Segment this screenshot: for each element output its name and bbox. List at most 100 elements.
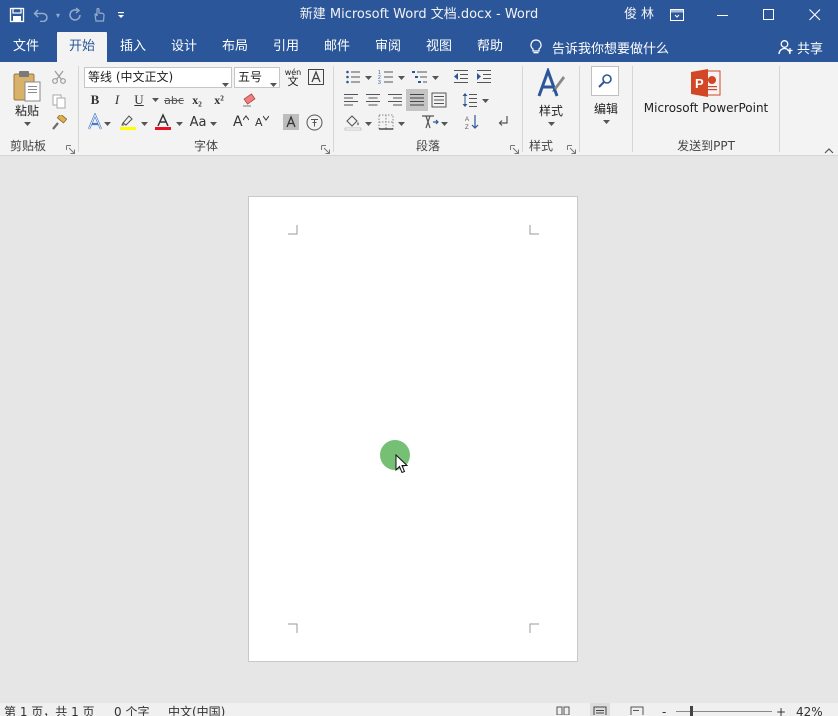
superscript-button[interactable]: x² (208, 89, 230, 111)
collapse-ribbon-button[interactable] (824, 143, 834, 154)
web-layout-button[interactable] (627, 703, 647, 716)
borders-dropdown[interactable] (397, 120, 405, 128)
styles-dropdown[interactable] (547, 120, 555, 128)
chinese-layout-dropdown[interactable] (440, 120, 448, 128)
print-layout-button[interactable] (590, 703, 610, 716)
styles-gallery-button[interactable] (535, 66, 567, 102)
page-count[interactable]: 第 1 页，共 1 页 (4, 703, 95, 716)
strikethrough-button[interactable]: abc (162, 89, 186, 111)
tab-file[interactable]: 文件 (2, 32, 50, 62)
shading-button[interactable] (342, 111, 364, 133)
numbering-button[interactable]: 1 2 3 (375, 66, 397, 88)
font-dialog-launcher[interactable] (321, 143, 330, 154)
powerpoint-button-label[interactable]: Microsoft PowerPoint (633, 101, 779, 115)
bullets-button[interactable] (342, 66, 364, 88)
enclose-characters-button[interactable] (303, 111, 325, 133)
clipboard-dialog-launcher[interactable] (66, 143, 75, 154)
cut-button[interactable] (48, 66, 70, 88)
line-spacing-button[interactable] (459, 89, 481, 111)
undo-dropdown[interactable]: ▾ (54, 4, 62, 26)
borders-button[interactable] (375, 111, 397, 133)
maximize-button[interactable] (746, 0, 792, 30)
tab-mailings[interactable]: 邮件 (314, 32, 360, 62)
powerpoint-button[interactable]: P (689, 67, 723, 99)
editing-button-label[interactable]: 编辑 (586, 100, 626, 117)
document-page[interactable] (248, 196, 578, 662)
styles-dialog-launcher[interactable] (567, 143, 576, 154)
phonetic-guide-button[interactable]: wén 文 (282, 66, 304, 88)
editing-button[interactable] (591, 66, 619, 96)
font-color-button[interactable] (152, 111, 174, 133)
multilevel-list-dropdown[interactable] (431, 74, 439, 82)
chinese-layout-button[interactable] (419, 111, 441, 133)
document-canvas[interactable] (0, 157, 838, 703)
paste-dropdown[interactable] (23, 120, 31, 128)
underline-button[interactable]: U (128, 89, 150, 111)
text-effects-dropdown[interactable] (103, 120, 111, 128)
share-button[interactable]: 共享 (778, 32, 823, 62)
increase-indent-button[interactable] (473, 66, 495, 88)
distributed-button[interactable] (428, 89, 450, 111)
font-size-combo[interactable]: 五号 (234, 67, 280, 88)
align-center-button[interactable] (362, 89, 384, 111)
tab-references[interactable]: 引用 (263, 32, 309, 62)
sort-button[interactable]: A Z (461, 111, 483, 133)
character-shading-button[interactable] (280, 111, 302, 133)
align-right-button[interactable] (384, 89, 406, 111)
change-case-button[interactable]: Aa (186, 111, 210, 133)
zoom-level[interactable]: 42% (796, 703, 823, 716)
tab-design[interactable]: 设计 (161, 32, 207, 62)
language-indicator[interactable]: 中文(中国) (168, 703, 225, 716)
shrink-font-button[interactable]: A (252, 111, 274, 133)
tab-view[interactable]: 视图 (416, 32, 462, 62)
clear-formatting-button[interactable] (238, 89, 260, 111)
subscript-button[interactable]: x₂ (186, 89, 208, 111)
character-border-button[interactable] (305, 66, 327, 88)
justify-button[interactable] (406, 89, 428, 111)
tab-review[interactable]: 审阅 (365, 32, 411, 62)
numbering-dropdown[interactable] (397, 74, 405, 82)
touch-mode-button[interactable] (88, 4, 110, 26)
highlight-color-button[interactable] (117, 111, 139, 133)
ribbon-display-options-button[interactable] (654, 0, 700, 30)
grow-font-button[interactable]: A (230, 111, 252, 133)
change-case-dropdown[interactable] (209, 120, 217, 128)
shading-dropdown[interactable] (364, 120, 372, 128)
read-mode-button[interactable] (553, 703, 573, 716)
highlight-color-dropdown[interactable] (140, 120, 148, 128)
copy-button[interactable] (48, 90, 70, 112)
underline-dropdown[interactable] (151, 96, 159, 104)
zoom-out-button[interactable]: - (662, 703, 666, 716)
editing-dropdown[interactable] (602, 118, 610, 126)
undo-button[interactable] (30, 4, 52, 26)
bullets-dropdown[interactable] (364, 74, 372, 82)
decrease-indent-button[interactable] (450, 66, 472, 88)
show-hide-marks-button[interactable] (492, 111, 514, 133)
italic-button[interactable]: I (106, 89, 128, 111)
paragraph-dialog-launcher[interactable] (510, 143, 519, 154)
paste-label[interactable]: 粘贴 (8, 102, 46, 119)
customize-qat-button[interactable] (112, 4, 130, 26)
save-button[interactable] (6, 4, 28, 26)
tab-help[interactable]: 帮助 (467, 32, 513, 62)
bold-button[interactable]: B (84, 89, 106, 111)
tell-me-search[interactable]: 告诉我你想要做什么 (530, 32, 669, 62)
minimize-button[interactable] (700, 0, 746, 30)
font-name-combo[interactable]: 等线 (中文正文) (84, 67, 232, 88)
tab-insert[interactable]: 插入 (110, 32, 156, 62)
align-left-button[interactable] (340, 89, 362, 111)
redo-button[interactable] (64, 4, 86, 26)
font-color-dropdown[interactable] (175, 120, 183, 128)
multilevel-list-button[interactable] (409, 66, 431, 88)
tab-layout[interactable]: 布局 (212, 32, 258, 62)
styles-button-label[interactable]: 样式 (531, 102, 571, 119)
word-count[interactable]: 0 个字 (114, 703, 149, 716)
format-painter-button[interactable] (48, 112, 70, 134)
zoom-in-button[interactable]: + (776, 703, 786, 716)
user-name[interactable]: 俊林 (624, 0, 658, 30)
paste-button[interactable] (10, 66, 44, 106)
line-spacing-dropdown[interactable] (481, 97, 489, 105)
close-button[interactable] (792, 0, 838, 30)
tab-home[interactable]: 开始 (57, 32, 107, 62)
zoom-slider-thumb[interactable] (690, 706, 693, 716)
